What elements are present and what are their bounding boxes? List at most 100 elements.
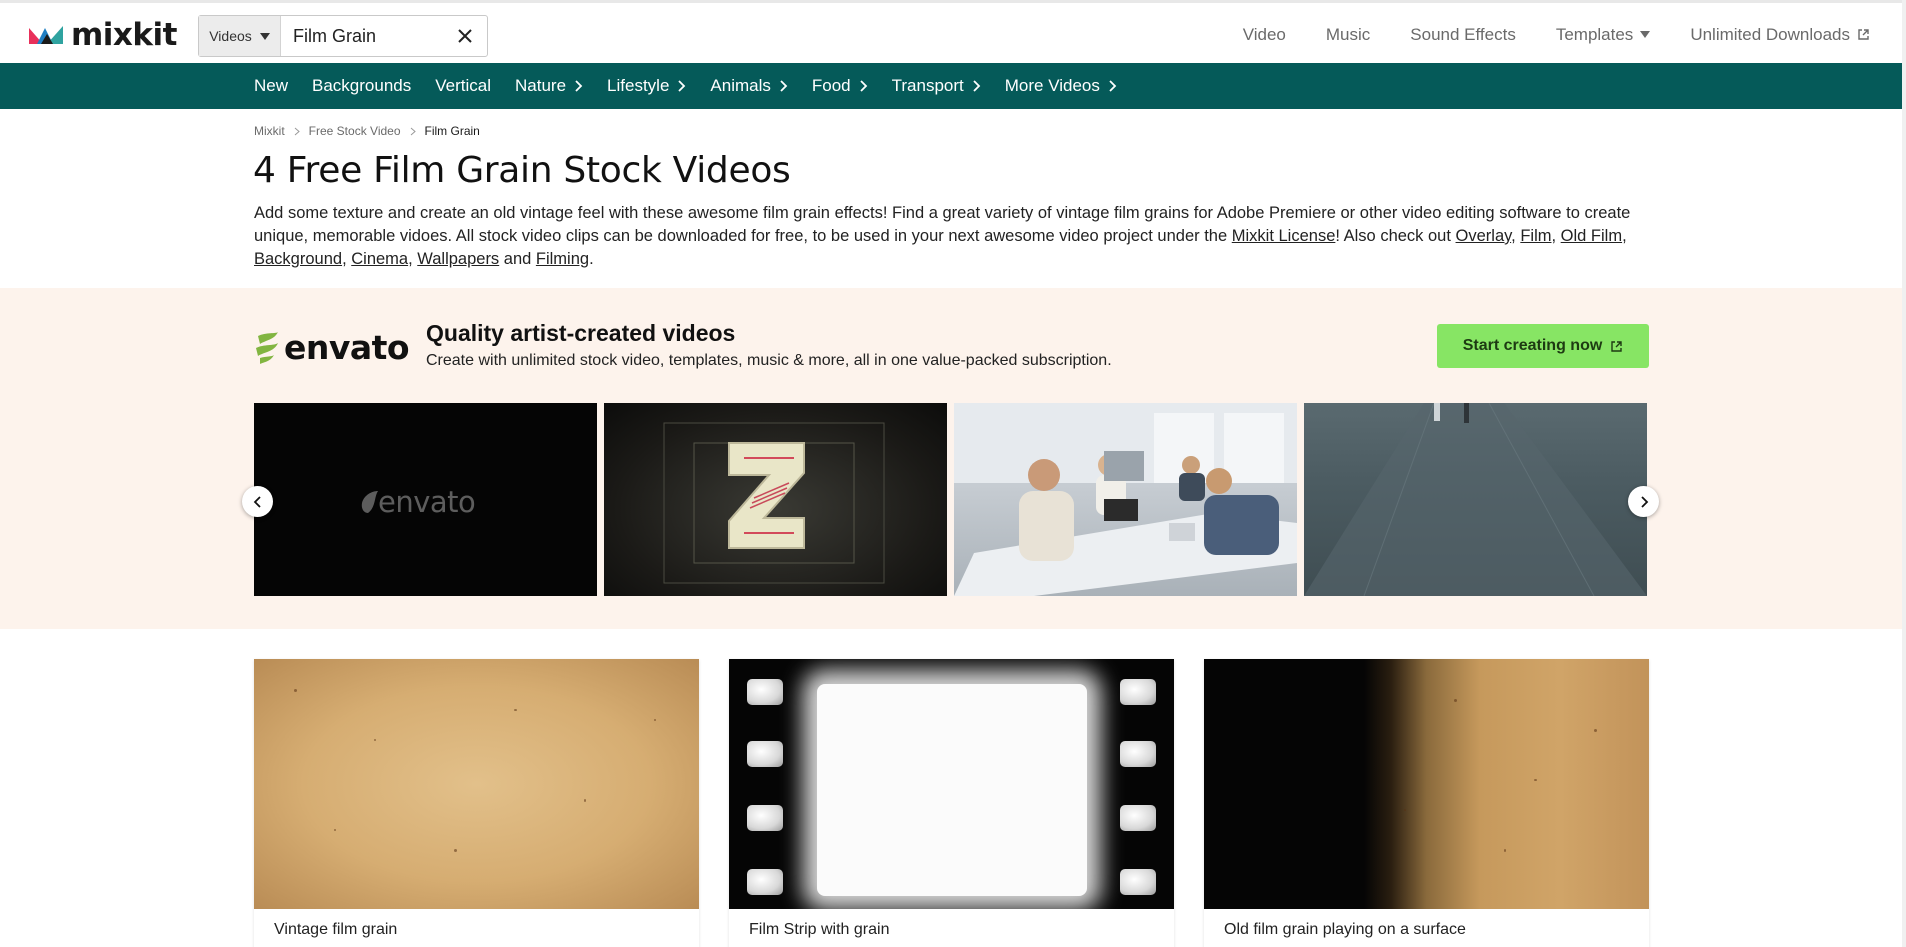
grain-speck	[334, 829, 336, 831]
film-frame	[817, 684, 1087, 896]
search-input[interactable]	[281, 17, 441, 55]
sprocket-hole	[1120, 869, 1156, 895]
slide-road-image	[1304, 403, 1647, 596]
nav-music[interactable]: Music	[1326, 3, 1370, 66]
category-label: Vertical	[435, 76, 491, 95]
nav-video[interactable]: Video	[1243, 3, 1286, 66]
video-thumbnail[interactable]	[254, 659, 699, 909]
category-new[interactable]: New	[254, 76, 288, 96]
page-description: Add some texture and create an old vinta…	[254, 202, 1654, 271]
related-link-overlay[interactable]: Overlay	[1456, 227, 1512, 245]
carousel-slide[interactable]	[1304, 403, 1647, 596]
video-thumbnail[interactable]	[1204, 659, 1649, 909]
category-lifestyle[interactable]: Lifestyle	[607, 76, 686, 96]
logo-wordmark: mixkit	[71, 17, 177, 53]
carousel-slide[interactable]	[954, 403, 1297, 596]
category-nature[interactable]: Nature	[515, 76, 583, 96]
sprocket-hole	[1120, 805, 1156, 831]
grain-speck	[1534, 779, 1537, 781]
category-label: Transport	[891, 76, 964, 95]
category-more-videos[interactable]: More Videos	[1005, 76, 1117, 96]
chevron-right-icon	[780, 80, 788, 92]
carousel-next-button[interactable]	[1628, 486, 1659, 517]
nav-templates-label: Templates	[1555, 24, 1634, 44]
grain-speck	[374, 739, 376, 741]
category-label: New	[254, 76, 289, 95]
related-link-background[interactable]: Background	[254, 250, 342, 268]
related-link-old-film[interactable]: Old Film	[1561, 227, 1622, 245]
promo-carousel: envato	[254, 403, 1650, 596]
breadcrumb: Mixkit Free Stock Video Film Grain	[254, 124, 480, 138]
sprocket-hole	[747, 679, 783, 705]
video-grid: Vintage film grain Film Strip with grain	[254, 659, 1649, 947]
video-card[interactable]: Film Strip with grain	[729, 659, 1174, 947]
grain-speck	[294, 689, 297, 692]
video-thumbnail[interactable]	[729, 659, 1174, 909]
carousel-prev-button[interactable]	[242, 486, 273, 517]
video-title[interactable]: Film Strip with grain	[729, 909, 1174, 947]
sprocket-hole	[747, 805, 783, 831]
search-category-select[interactable]: Videos	[199, 16, 281, 56]
top-nav: Video Music Sound Effects Templates Unli…	[1243, 3, 1870, 66]
start-creating-label: Start creating now	[1462, 337, 1603, 354]
breadcrumb-current: Film Grain	[424, 124, 480, 138]
category-animals[interactable]: Animals	[710, 76, 788, 96]
related-link-wallpapers[interactable]: Wallpapers	[417, 250, 499, 268]
sprocket-hole	[747, 741, 783, 767]
envato-wordmark: envato	[284, 328, 410, 367]
separator: and	[499, 250, 536, 268]
grain-speck	[584, 799, 586, 802]
video-title[interactable]: Vintage film grain	[254, 909, 699, 947]
separator: ,	[342, 250, 352, 268]
close-icon[interactable]	[456, 27, 474, 45]
breadcrumb-free-stock-video[interactable]: Free Stock Video	[309, 124, 401, 138]
page-scrollbar[interactable]	[1902, 0, 1906, 947]
chevron-left-icon	[253, 495, 261, 508]
envato-logo[interactable]: envato	[254, 328, 410, 367]
chevron-right-icon	[410, 127, 416, 135]
mixkit-license-link[interactable]: Mixkit License	[1232, 227, 1336, 245]
video-card[interactable]: Old film grain playing on a surface	[1204, 659, 1649, 947]
nav-sound-effects[interactable]: Sound Effects	[1410, 3, 1516, 66]
mixkit-logo[interactable]: mixkit	[29, 19, 177, 51]
nav-templates[interactable]: Templates	[1555, 3, 1651, 66]
chevron-right-icon	[575, 80, 583, 92]
related-link-filming[interactable]: Filming	[536, 250, 589, 268]
envato-leaf-icon	[361, 491, 378, 513]
top-bar: mixkit Videos Video Music Sound Effects …	[0, 0, 1906, 66]
category-label: Backgrounds	[312, 76, 412, 95]
carousel-slide[interactable]	[604, 403, 947, 596]
breadcrumb-mixkit[interactable]: Mixkit	[254, 124, 285, 138]
grain-speck	[654, 719, 656, 721]
start-creating-button[interactable]: Start creating now	[1437, 324, 1649, 368]
sprocket-hole	[1120, 679, 1156, 705]
mixkit-logo-icon	[29, 26, 63, 44]
chevron-right-icon	[1640, 495, 1648, 508]
carousel-slide[interactable]: envato	[254, 403, 597, 596]
category-vertical[interactable]: Vertical	[435, 76, 491, 96]
category-bar: New Backgrounds Vertical Nature Lifestyl…	[0, 63, 1906, 109]
category-backgrounds[interactable]: Backgrounds	[312, 76, 411, 96]
chevron-right-icon	[678, 80, 686, 92]
chevron-right-icon	[859, 80, 867, 92]
nav-video-label: Video	[1242, 24, 1286, 44]
film-sprocket-holes	[1120, 679, 1156, 899]
grain-speck	[454, 849, 457, 852]
envato-promo-banner: envato Quality artist-created videos Cre…	[0, 288, 1906, 629]
caret-down-icon	[259, 32, 270, 40]
video-title[interactable]: Old film grain playing on a surface	[1204, 909, 1649, 947]
nav-unlimited-downloads-label: Unlimited Downloads	[1690, 24, 1850, 44]
related-link-film[interactable]: Film	[1520, 227, 1551, 245]
video-card[interactable]: Vintage film grain	[254, 659, 699, 947]
category-label: More Videos	[1004, 76, 1100, 95]
promo-subtitle: Create with unlimited stock video, templ…	[426, 352, 1112, 369]
grain-speck	[1504, 849, 1506, 852]
category-food[interactable]: Food	[812, 76, 868, 96]
category-transport[interactable]: Transport	[892, 76, 981, 96]
chevron-right-icon	[294, 127, 300, 135]
nav-music-label: Music	[1325, 24, 1371, 44]
separator: ,	[1511, 227, 1521, 245]
sprocket-hole	[747, 869, 783, 895]
related-link-cinema[interactable]: Cinema	[351, 250, 408, 268]
nav-unlimited-downloads[interactable]: Unlimited Downloads	[1690, 3, 1870, 66]
